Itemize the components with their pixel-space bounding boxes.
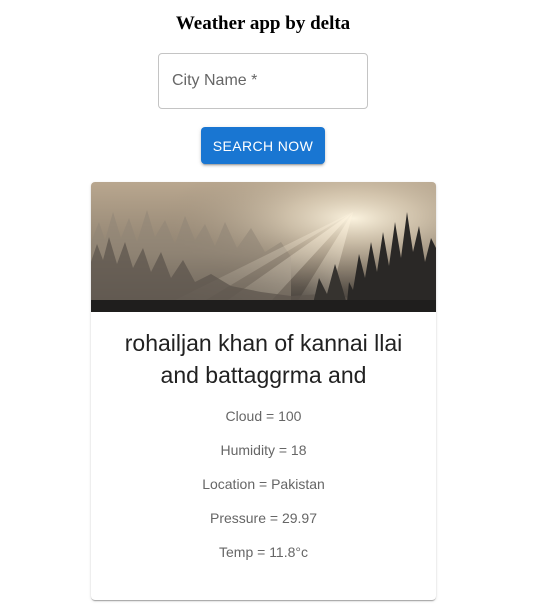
pressure-stat: Pressure = 29.97 bbox=[209, 510, 317, 526]
cloud-stat: Cloud = 100 bbox=[225, 408, 302, 424]
weather-card: rohailjan khan of kannai llai and battag… bbox=[91, 182, 436, 600]
location-heading: rohailjan khan of kannai llai and battag… bbox=[124, 330, 403, 388]
search-now-button[interactable]: SEARCH NOW bbox=[201, 127, 325, 164]
location-stat: Location = Pakistan bbox=[202, 476, 325, 492]
app-title: Weather app by delta bbox=[175, 13, 351, 34]
city-name-input[interactable] bbox=[159, 54, 367, 108]
foggy-forest-image bbox=[91, 182, 436, 312]
humidity-stat: Humidity = 18 bbox=[220, 442, 307, 458]
city-name-field[interactable] bbox=[158, 53, 368, 109]
temp-stat: Temp = 11.8°c bbox=[219, 544, 308, 560]
